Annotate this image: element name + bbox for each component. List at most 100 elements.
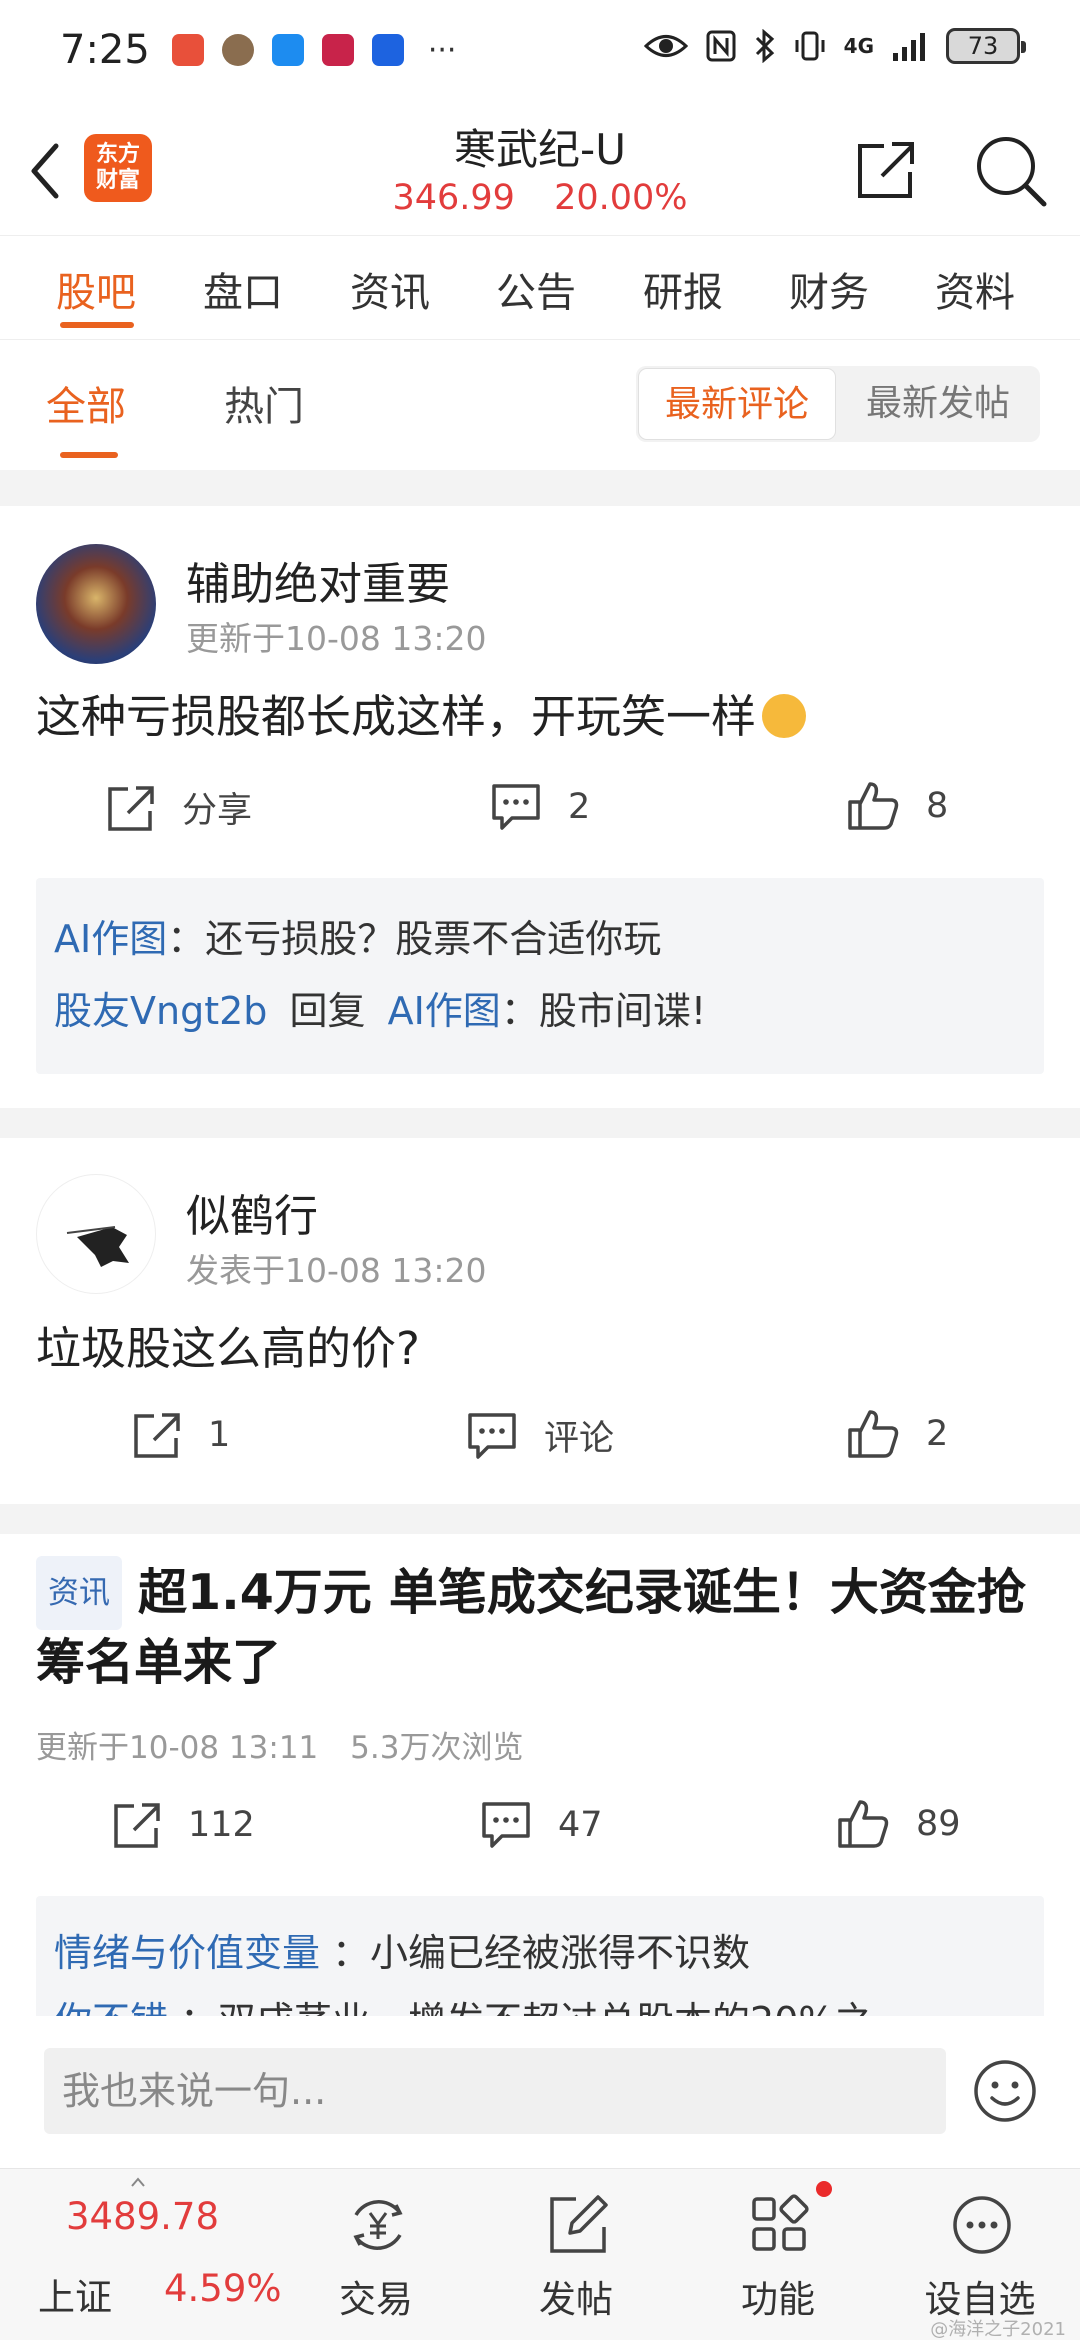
watermark: @海洋之子2021	[930, 2319, 1066, 2340]
signal-icon	[893, 33, 925, 61]
sort-latest-post[interactable]: 最新发帖	[848, 366, 1028, 442]
index-value: 3489.78	[66, 2195, 220, 2238]
share-icon[interactable]	[852, 136, 920, 204]
tab-research[interactable]: 研报	[643, 260, 723, 318]
like-button[interactable]: 8	[846, 780, 948, 832]
nav-post[interactable]: 发帖	[496, 2169, 656, 2340]
ink-figure-icon	[66, 1226, 129, 1267]
more-circle-icon	[953, 2196, 1011, 2254]
share-button[interactable]: 分享	[106, 782, 252, 833]
news-title-text: 超1.4万元 单笔成交纪录诞生！大资金抢筹名单来了	[36, 1564, 1026, 1691]
share-button[interactable]: 1	[132, 1410, 230, 1460]
main-tab-bar: 股吧 盘口 资讯 公告 研报 财务 资料	[0, 236, 1080, 340]
section-divider	[0, 1108, 1080, 1138]
reply-text: ：小编已经被涨得不识数	[332, 1931, 751, 1975]
post-text-content: 这种亏损股都长成这样，开玩笑一样	[36, 690, 757, 743]
reply-user[interactable]: 股友Vngt2b	[54, 989, 267, 1033]
share-button[interactable]: 112	[112, 1800, 255, 1850]
reply-user[interactable]: AI作图	[54, 917, 167, 961]
status-bar: 7:25 ··· 4G 73	[0, 0, 1080, 100]
post-card[interactable]: 辅助绝对重要 更新于10-08 13:20 这种亏损股都长成这样，开玩笑一样 分…	[0, 506, 1080, 1108]
thumbs-up-icon	[848, 1410, 899, 1458]
nav-trade-label: 交易	[339, 2278, 413, 2321]
reply-preview[interactable]: AI作图：还亏损股？股票不合适你玩 股友Vngt2b 回复 AI作图：股市间谍!	[36, 878, 1044, 1074]
news-tag: 资讯	[36, 1556, 122, 1630]
like-button[interactable]: 2	[846, 1408, 948, 1460]
comment-bar: 我也来说一句...	[0, 2016, 1080, 2168]
author-name[interactable]: 辅助绝对重要	[186, 548, 450, 612]
battery-level: 73	[967, 32, 999, 60]
share-icon	[114, 1803, 160, 1848]
news-card[interactable]: 资讯 超1.4万元 单笔成交纪录诞生！大资金抢筹名单来了 更新于10-08 13:…	[0, 1556, 1080, 2016]
reply-to-user[interactable]: AI作图	[388, 989, 501, 1033]
tab-hot[interactable]: 热门	[224, 374, 304, 432]
news-meta: 更新于10-08 13:11 5.3万次浏览	[36, 1722, 523, 1767]
news-title[interactable]: 资讯 超1.4万元 单笔成交纪录诞生！大资金抢筹名单来了	[36, 1556, 1046, 1696]
comment-button[interactable]: 47	[480, 1800, 603, 1850]
tab-profile[interactable]: 资料	[935, 260, 1015, 318]
stock-header: 东方 财富 寒武纪-U 346.99 20.00%	[0, 100, 1080, 236]
tab-finance[interactable]: 财务	[789, 260, 869, 318]
post-card[interactable]: 似鹤行 发表于10-08 13:20 垃圾股这么高的价? 1 评论 2	[0, 1138, 1080, 1504]
reply-word: 回复	[289, 989, 366, 1033]
active-tab-indicator	[60, 322, 134, 328]
reply-preview[interactable]: 情绪与价值变量 ：小编已经被涨得不识数 你不错 ：双成茅业，增发不超过总股本的20%…	[36, 1896, 1044, 2016]
reply-user[interactable]: 你不错	[54, 1999, 168, 2016]
tab-guba[interactable]: 股吧	[56, 260, 136, 318]
battery-indicator: 73	[946, 28, 1026, 64]
author-name[interactable]: 似鹤行	[186, 1180, 318, 1244]
app-bank-icon	[321, 34, 354, 66]
comment-button[interactable]: 评论	[466, 1410, 614, 1461]
index-name: 上证	[38, 2276, 112, 2319]
stock-change-pct: 20.00%	[554, 178, 688, 218]
tab-all[interactable]: 全部	[46, 374, 126, 432]
comment-label: 评论	[544, 1419, 615, 1459]
post-text: 这种亏损股都长成这样，开玩笑一样	[36, 680, 807, 745]
avatar[interactable]	[36, 1174, 156, 1294]
share-count: 1	[208, 1415, 231, 1455]
nav-functions-label: 功能	[741, 2278, 815, 2321]
emoji-icon[interactable]	[972, 2058, 1038, 2124]
thumbs-up-icon	[838, 1800, 889, 1848]
eye-icon	[643, 35, 688, 57]
app-avatar-icon	[221, 34, 254, 66]
post-text: 垃圾股这么高的价?	[36, 1322, 420, 1375]
comment-icon	[468, 1412, 516, 1459]
like-button[interactable]: 89	[836, 1798, 961, 1850]
tab-pankou[interactable]: 盘口	[203, 260, 283, 318]
section-divider	[0, 470, 1080, 506]
reply-text: ：股市间谍!	[500, 989, 707, 1033]
app-u-icon	[271, 34, 304, 66]
share-count: 112	[188, 1805, 255, 1845]
app-flash-icon	[371, 34, 404, 66]
reply-line: 你不错 ：双成茅业，增发不超过总股本的20%之	[54, 1990, 872, 2016]
comment-icon	[482, 1802, 530, 1848]
share-icon	[108, 785, 154, 831]
avatar[interactable]	[36, 544, 156, 664]
trade-yuan-icon	[353, 2200, 403, 2250]
more-notifications-icon: ···	[427, 32, 457, 68]
search-icon[interactable]	[972, 132, 1048, 208]
comment-button[interactable]: 2	[490, 782, 590, 832]
news-views: 5.3万次浏览	[350, 1730, 524, 1766]
caret-up-icon	[131, 2177, 145, 2187]
like-count: 2	[926, 1414, 949, 1454]
nfc-icon	[706, 30, 736, 62]
missed-call-icon	[171, 34, 204, 66]
bluetooth-icon	[755, 29, 774, 63]
tab-announcements[interactable]: 公告	[496, 260, 576, 318]
like-count: 89	[916, 1804, 961, 1844]
comment-input[interactable]: 我也来说一句...	[44, 2048, 946, 2134]
tab-news[interactable]: 资讯	[350, 260, 430, 318]
network-type: 4G	[843, 34, 874, 58]
nav-trade[interactable]: 交易	[296, 2169, 456, 2340]
section-divider	[0, 1504, 1080, 1534]
reply-user[interactable]: 情绪与价值变量	[54, 1931, 320, 1975]
sort-latest-comment[interactable]: 最新评论	[638, 368, 836, 440]
sub-tab-bar: 全部 热门 最新评论 最新发帖	[0, 340, 1080, 462]
like-count: 8	[926, 786, 949, 826]
nav-functions[interactable]: 功能	[698, 2169, 858, 2340]
post-time: 更新于10-08 13:20	[186, 619, 487, 658]
edit-post-icon	[550, 2195, 608, 2253]
reply-text: ：双成茅业，增发不超过总股本的20%之	[180, 1999, 872, 2016]
